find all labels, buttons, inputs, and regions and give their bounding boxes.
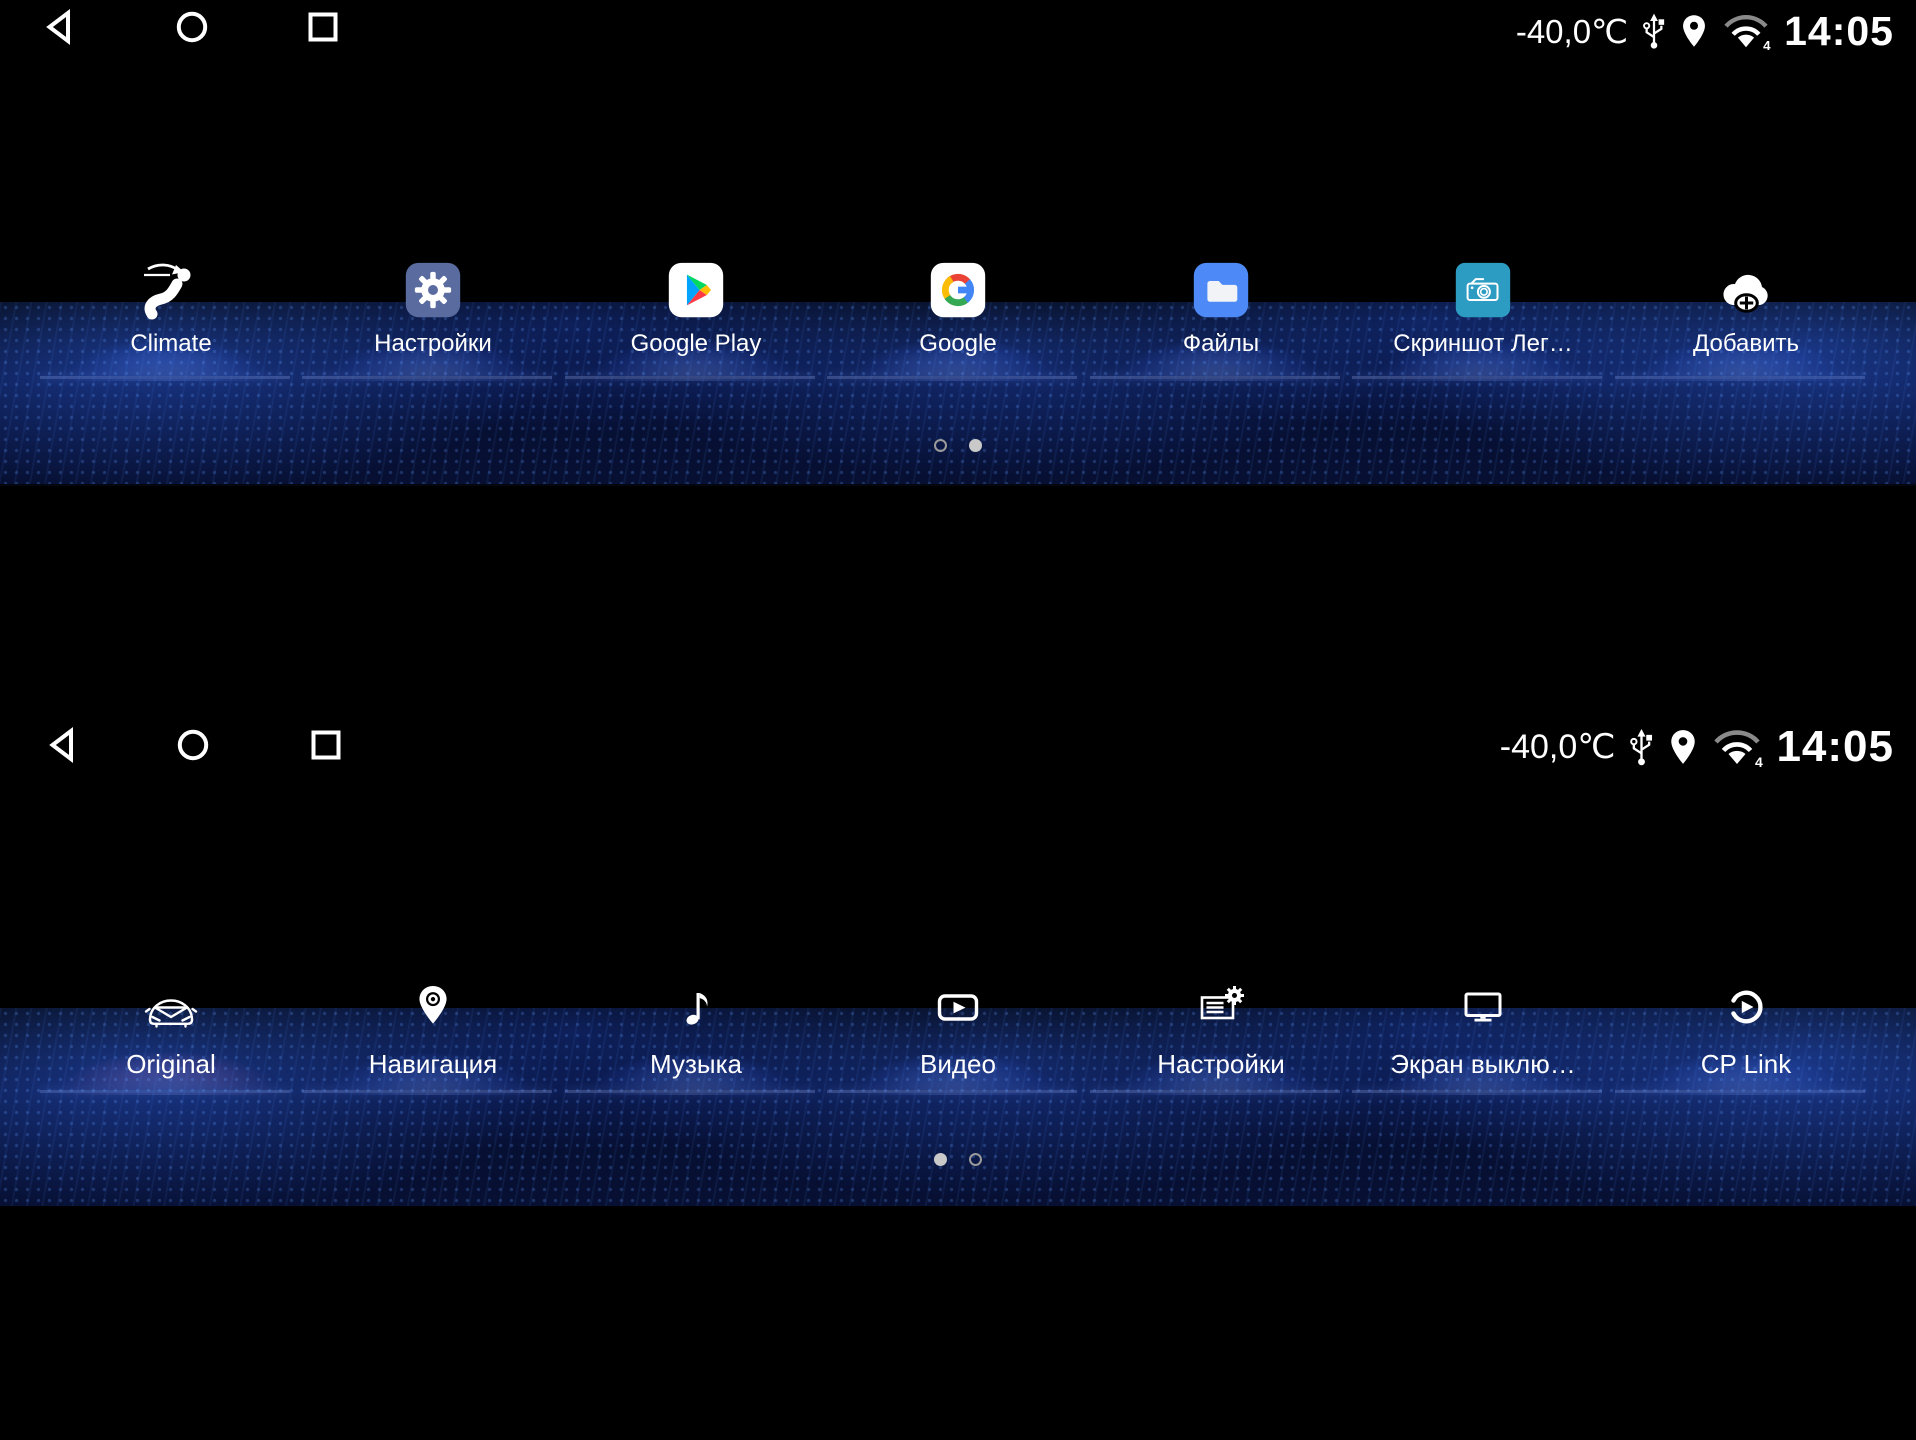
home-button[interactable]: [174, 726, 212, 764]
location-icon: [1668, 728, 1698, 766]
app-tile-files[interactable]: Файлы: [1090, 258, 1352, 358]
app-label: Музыка: [650, 1049, 742, 1079]
app-label: Добавить: [1693, 330, 1799, 358]
app-label: Climate: [130, 330, 211, 358]
cp-link-icon: [1714, 975, 1778, 1039]
app-label: Google: [919, 330, 996, 358]
home-icon: [173, 8, 211, 46]
car-icon: [139, 975, 203, 1039]
google-g-icon: [926, 258, 990, 322]
files-folder-icon: [1189, 258, 1253, 322]
back-button[interactable]: [44, 726, 82, 764]
location-icon: [1680, 13, 1708, 49]
page-dot-2[interactable]: [969, 439, 982, 452]
screenshot-top: -40,0℃ 4 14:05: [0, 0, 1916, 486]
page-indicator: [934, 439, 982, 452]
temperature-readout: -40,0℃: [1516, 12, 1628, 51]
status-cluster: -40,0℃ 4 14:05: [1500, 722, 1894, 772]
app-label: Google Play: [631, 330, 762, 358]
page-dot-1[interactable]: [934, 1153, 947, 1166]
app-label: Навигация: [369, 1049, 497, 1079]
add-cloud-icon: [1714, 258, 1778, 322]
app-tile-screenshot[interactable]: Скриншот Лег…: [1352, 258, 1614, 358]
music-note-icon: [664, 975, 728, 1039]
clock: 14:05: [1784, 8, 1894, 55]
app-label: CP Link: [1701, 1049, 1792, 1079]
screenshot-bottom: -40,0℃ 4 14:05: [0, 486, 1916, 1208]
monitor-icon: [1451, 975, 1515, 1039]
recents-button[interactable]: [304, 8, 342, 46]
app-tile-google-play[interactable]: Google Play: [565, 258, 827, 358]
app-tile-original[interactable]: Original: [40, 975, 302, 1079]
car-launcher-stage: -40,0℃ 4 14:05: [0, 0, 1916, 1440]
clock: 14:05: [1776, 722, 1894, 772]
bottom-filler: [0, 1206, 1916, 1440]
home-icon: [174, 725, 212, 765]
home-button[interactable]: [173, 8, 211, 46]
app-tile-music[interactable]: Музыка: [565, 975, 827, 1079]
app-label: Original: [126, 1049, 216, 1079]
wifi-icon: 4: [1711, 726, 1763, 768]
screenshot-camera-icon: [1451, 258, 1515, 322]
nav-pin-icon: [401, 975, 465, 1039]
settings-gear-icon: [401, 258, 465, 322]
back-icon: [41, 8, 79, 46]
app-tile-climate[interactable]: Climate: [40, 258, 302, 358]
app-label: Настройки: [1157, 1049, 1285, 1079]
app-tile-video[interactable]: Видео: [827, 975, 1089, 1079]
app-label: Видео: [920, 1049, 996, 1079]
google-play-icon: [664, 258, 728, 322]
recents-icon: [307, 725, 345, 765]
app-tile-navigation[interactable]: Навигация: [302, 975, 564, 1079]
status-cluster: -40,0℃ 4 14:05: [1516, 8, 1894, 54]
usb-icon: [1628, 727, 1655, 767]
recents-button[interactable]: [307, 726, 345, 764]
app-label: Файлы: [1183, 330, 1259, 358]
app-tile-screen-off[interactable]: Экран выклю…: [1352, 975, 1614, 1079]
app-label: Настройки: [374, 330, 492, 358]
usb-icon: [1641, 12, 1667, 50]
back-button[interactable]: [41, 8, 79, 46]
page-indicator: [934, 1153, 982, 1166]
app-tile-cp-link[interactable]: CP Link: [1615, 975, 1877, 1079]
climate-seat-icon: [139, 258, 203, 322]
app-label: Скриншот Лег…: [1393, 330, 1572, 358]
recents-icon: [304, 8, 342, 46]
back-icon: [44, 725, 82, 765]
video-player-icon: [926, 975, 990, 1039]
app-tile-add[interactable]: Добавить: [1615, 258, 1877, 358]
wifi-level-badge: 4: [1763, 38, 1771, 51]
page-dot-2[interactable]: [969, 1153, 982, 1166]
page-dot-1[interactable]: [934, 439, 947, 452]
app-label: Экран выклю…: [1390, 1049, 1575, 1079]
settings-doc-icon: [1189, 975, 1253, 1039]
temperature-readout: -40,0℃: [1500, 727, 1616, 767]
app-tile-settings[interactable]: Настройки: [302, 258, 564, 358]
app-tile-google[interactable]: Google: [827, 258, 1089, 358]
app-tile-settings[interactable]: Настройки: [1090, 975, 1352, 1079]
wifi-icon: 4: [1721, 11, 1771, 51]
wifi-level-badge: 4: [1755, 754, 1763, 768]
